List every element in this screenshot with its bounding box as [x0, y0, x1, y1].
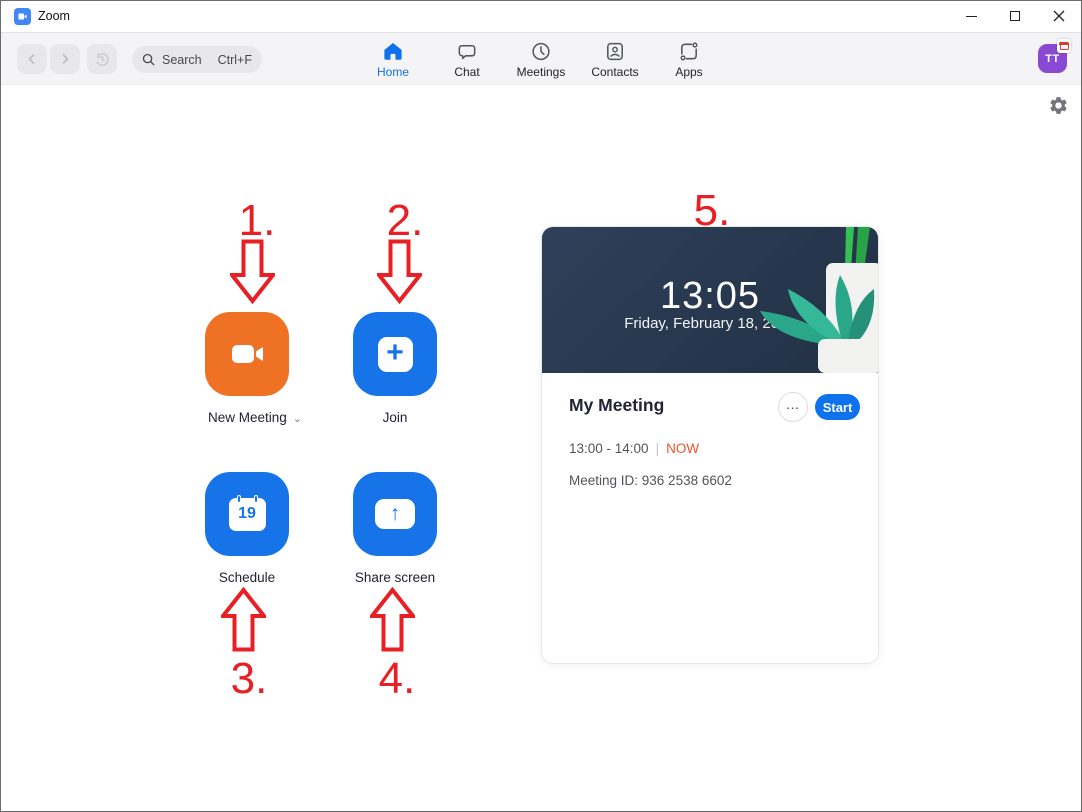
schedule-label: Schedule	[218, 570, 276, 585]
calendar-icon: 19	[228, 494, 266, 531]
annotation-number-1: 1.	[238, 196, 276, 245]
annotation-number-5: 5.	[693, 186, 731, 235]
contacts-icon	[607, 42, 623, 61]
meeting-time-range: 13:00 - 14:00	[569, 441, 649, 456]
meeting-title: My Meeting	[569, 395, 665, 415]
meeting-id: Meeting ID: 936 2538 6602	[569, 473, 732, 488]
back-button[interactable]	[17, 44, 47, 74]
annotation-arrow-up-4	[370, 587, 415, 652]
share-screen-button[interactable]: ↑	[353, 472, 437, 556]
arrow-up-icon: ↑	[375, 499, 415, 529]
close-button[interactable]	[1037, 1, 1081, 31]
annotation-number-4: 4.	[378, 654, 416, 703]
title-bar: Zoom	[1, 1, 1081, 32]
history-button[interactable]	[87, 44, 117, 74]
forward-button[interactable]	[50, 44, 80, 74]
calendar-day: 19	[238, 505, 256, 522]
tab-contacts-label: Contacts	[591, 65, 639, 79]
avatar-initials: TT	[1045, 52, 1060, 65]
chat-icon	[458, 44, 476, 60]
search-shortcut: Ctrl+F	[217, 52, 252, 67]
status-badge: NOW	[666, 441, 700, 456]
new-meeting-button[interactable]	[205, 312, 289, 396]
tab-chat[interactable]: Chat	[439, 37, 496, 83]
schedule-button[interactable]: 19	[205, 472, 289, 556]
tab-apps-label: Apps	[675, 65, 703, 79]
meeting-time-row: 13:00 - 14:00 | NOW	[569, 441, 699, 456]
plus-icon: +	[377, 336, 413, 372]
start-button[interactable]: Start	[815, 394, 860, 420]
annotation-arrow-down-1	[230, 239, 275, 304]
window-title: Zoom	[38, 9, 70, 23]
meetings-icon	[532, 42, 550, 61]
tab-home-label: Home	[376, 65, 409, 79]
join-label: Join	[382, 410, 408, 425]
separator: |	[655, 441, 660, 456]
tab-meetings[interactable]: Meetings	[513, 37, 570, 83]
join-button[interactable]: +	[353, 312, 437, 396]
search-input[interactable]: Search Ctrl+F	[132, 46, 262, 73]
minimize-button[interactable]	[949, 1, 993, 31]
annotation-number-3: 3.	[230, 654, 268, 703]
maximize-button[interactable]	[993, 1, 1037, 31]
toolbar: Search Ctrl+F Home Chat Meetings Contact…	[1, 32, 1081, 85]
video-camera-icon	[232, 345, 263, 363]
home-icon	[384, 42, 402, 60]
apps-icon	[680, 42, 698, 61]
more-options-button[interactable]: …	[778, 392, 808, 422]
avatar[interactable]: TT	[1038, 39, 1071, 73]
search-icon	[142, 53, 155, 66]
share-screen-label: Share screen	[354, 570, 436, 585]
annotation-arrow-up-3	[221, 587, 266, 652]
tab-meetings-label: Meetings	[516, 65, 566, 79]
tab-chat-label: Chat	[454, 65, 480, 79]
ellipsis-icon: …	[785, 396, 801, 412]
search-placeholder: Search	[162, 52, 202, 67]
chevron-down-icon[interactable]: ⌄	[293, 413, 302, 425]
tab-home[interactable]: Home	[365, 37, 422, 83]
meeting-card: 13:05 Friday, February 18, 2022 My Meeti…	[541, 226, 879, 664]
meeting-card-header: 13:05 Friday, February 18, 2022	[542, 227, 878, 373]
annotation-number-2: 2.	[386, 196, 424, 245]
tab-contacts[interactable]: Contacts	[587, 37, 644, 83]
tab-apps[interactable]: Apps	[661, 37, 718, 83]
main-tabs: Home Chat Meetings Contacts Apps	[365, 37, 718, 83]
settings-gear-icon[interactable]	[1048, 95, 1069, 116]
zoom-logo-icon	[14, 8, 31, 25]
zoom-app-window: Zoom Search Ctrl+F Home Chat Meetings Co…	[0, 0, 1082, 812]
annotation-arrow-down-2	[377, 239, 422, 304]
calendar-badge-icon	[1057, 39, 1071, 53]
plant-illustration	[760, 227, 878, 373]
